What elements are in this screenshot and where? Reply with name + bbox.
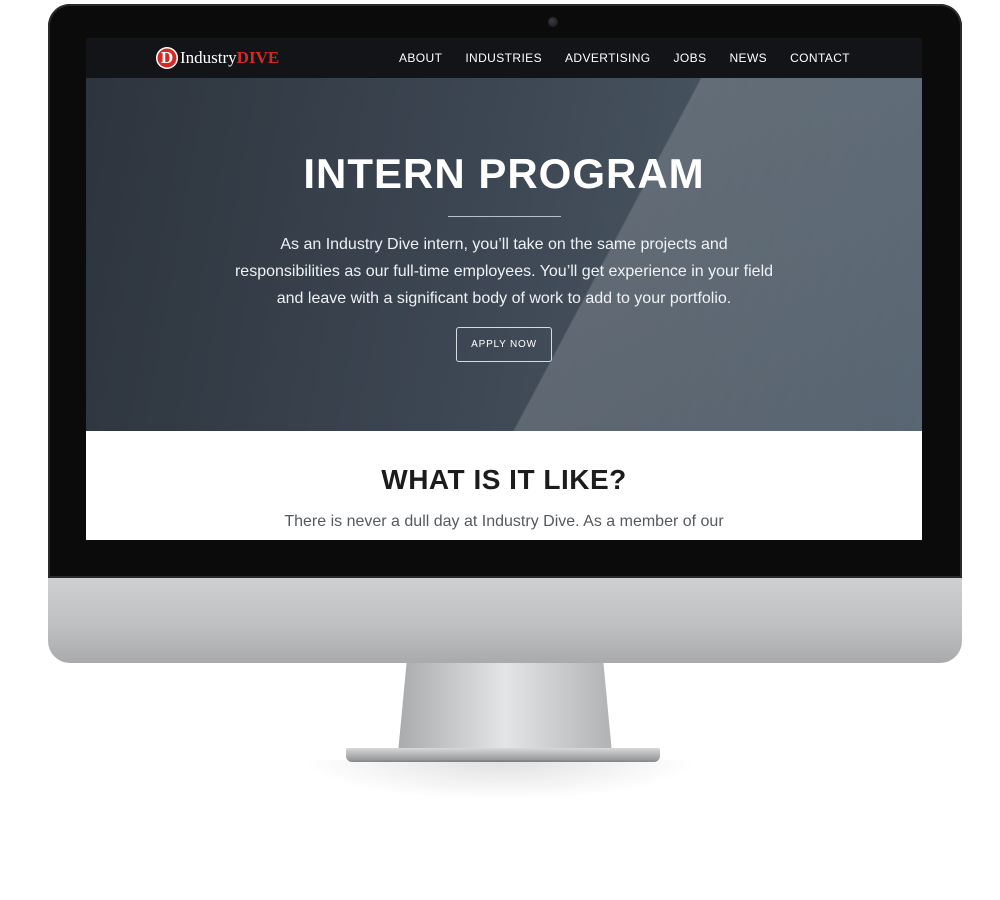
apply-now-button[interactable]: APPLY NOW bbox=[456, 327, 552, 362]
hero-section: INTERN PROGRAM As an Industry Dive inter… bbox=[86, 78, 922, 431]
monitor-stand-neck bbox=[398, 663, 612, 753]
stand-shadow bbox=[300, 760, 700, 800]
hero-title: INTERN PROGRAM bbox=[303, 150, 705, 197]
nav-item-advertising[interactable]: ADVERTISING bbox=[565, 51, 651, 65]
nav-item-jobs[interactable]: JOBS bbox=[674, 51, 707, 65]
hero-divider bbox=[448, 216, 561, 217]
nav-item-contact[interactable]: CONTACT bbox=[790, 51, 850, 65]
browser-screen: D Industry DIVE ABOUT INDUSTRIES ADVERTI… bbox=[86, 38, 922, 540]
nav-item-industries[interactable]: INDUSTRIES bbox=[465, 51, 542, 65]
logo-text-dive: DIVE bbox=[236, 48, 280, 67]
monitor-chin bbox=[48, 578, 962, 663]
hero-description: As an Industry Dive intern, you’ll take … bbox=[234, 236, 774, 307]
section-title: WHAT IS IT LIKE? bbox=[381, 464, 627, 495]
top-navbar: D Industry DIVE ABOUT INDUSTRIES ADVERTI… bbox=[86, 38, 922, 78]
nav-item-news[interactable]: NEWS bbox=[729, 51, 767, 65]
logo-mark-icon: D bbox=[156, 47, 178, 69]
nav-item-about[interactable]: ABOUT bbox=[399, 51, 442, 65]
logo-text-industry: Industry bbox=[180, 48, 237, 67]
section-text: There is never a dull day at Industry Di… bbox=[284, 513, 724, 530]
main-nav: ABOUT INDUSTRIES ADVERTISING JOBS NEWS C… bbox=[399, 38, 850, 78]
industry-dive-logo[interactable]: D Industry DIVE bbox=[156, 46, 279, 70]
camera-icon bbox=[548, 17, 558, 27]
